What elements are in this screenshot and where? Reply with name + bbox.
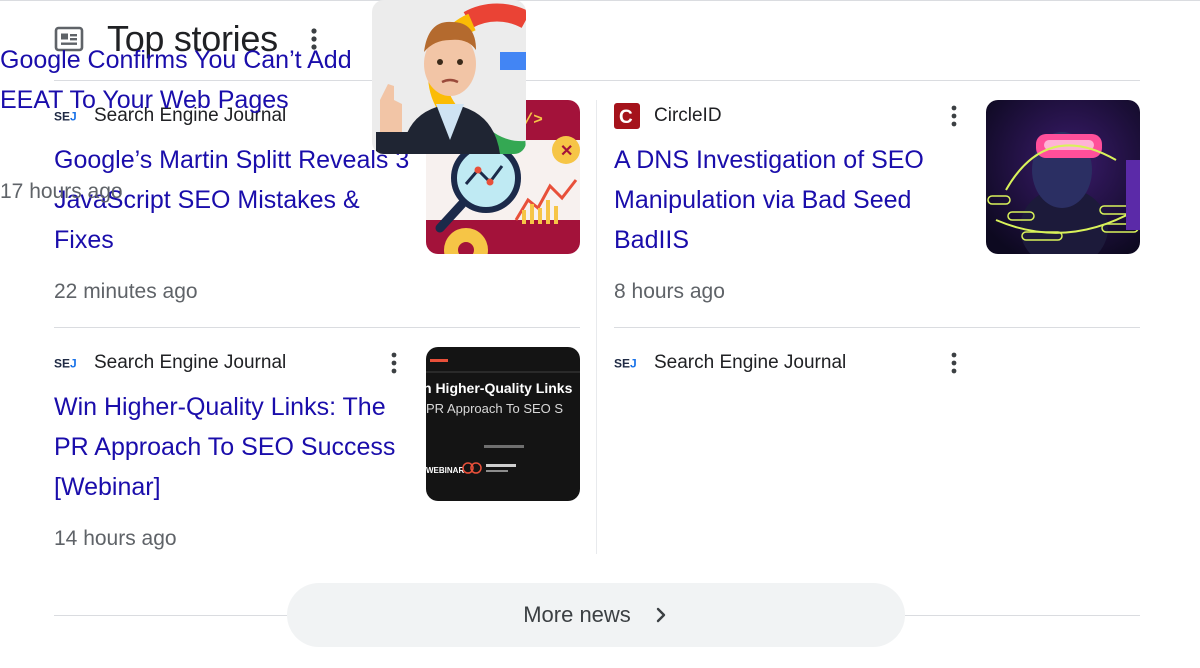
- more-news-rule-right: [905, 615, 1140, 616]
- story-headline-link[interactable]: Google Confirms You Can’t Add EEAT To Yo…: [0, 40, 360, 120]
- story-source: SE J Search Engine Journal: [54, 351, 286, 375]
- more-news-button[interactable]: More news: [287, 583, 905, 647]
- row-divider-right: [614, 327, 1140, 328]
- story-card[interactable]: C CircleID A DNS Investigation of SEO Ma…: [614, 100, 1140, 320]
- story-card[interactable]: SE J Search Engine Journal: [614, 347, 1140, 567]
- thumb-line1: h Higher-Quality Links: [426, 380, 573, 396]
- svg-text:✕: ✕: [560, 143, 573, 160]
- story-source: SE J Search Engine Journal: [614, 351, 846, 375]
- svg-text:J: J: [630, 357, 637, 371]
- circleid-letter: C: [619, 107, 633, 128]
- source-name: Search Engine Journal: [94, 352, 287, 373]
- story-thumbnail[interactable]: h Higher-Quality Links PR Approach To SE…: [426, 347, 580, 501]
- row-divider-left: [54, 327, 580, 328]
- story-headline-link[interactable]: A DNS Investigation of SEO Manipulation …: [614, 140, 974, 260]
- chevron-right-icon: [653, 605, 669, 625]
- thumb-tag: WEBINAR: [426, 466, 464, 475]
- story-more-vert-icon[interactable]: [944, 349, 964, 377]
- svg-text:SE: SE: [614, 357, 630, 371]
- story-time: 8 hours ago: [614, 280, 725, 303]
- sej-logo-icon: SE J: [54, 351, 80, 375]
- story-headline-link[interactable]: Win Higher-Quality Links: The PR Approac…: [54, 387, 414, 507]
- story-source: C CircleID: [614, 103, 722, 129]
- top-border: [0, 0, 1200, 1]
- sej-logo-icon: SE J: [614, 351, 640, 375]
- more-news-label: More news: [523, 602, 631, 627]
- story-card[interactable]: SE J Search Engine Journal Win Higher-Qu…: [54, 347, 580, 567]
- story-time: 14 hours ago: [54, 527, 177, 550]
- story-time: 22 minutes ago: [54, 280, 198, 303]
- source-name: Search Engine Journal: [654, 352, 847, 373]
- svg-text:SE: SE: [54, 357, 70, 371]
- source-name: CircleID: [654, 105, 722, 126]
- column-divider: [596, 100, 597, 554]
- story-time: 17 hours ago: [0, 180, 123, 203]
- circleid-logo-icon: C: [614, 103, 640, 129]
- story-more-vert-icon[interactable]: [944, 102, 964, 130]
- thumb-line2: PR Approach To SEO S: [426, 401, 563, 416]
- svg-text:J: J: [70, 357, 77, 371]
- story-thumbnail[interactable]: [986, 100, 1140, 254]
- story-more-vert-icon[interactable]: [384, 349, 404, 377]
- story-thumbnail[interactable]: [372, 0, 526, 154]
- more-news-rule-left: [54, 615, 287, 616]
